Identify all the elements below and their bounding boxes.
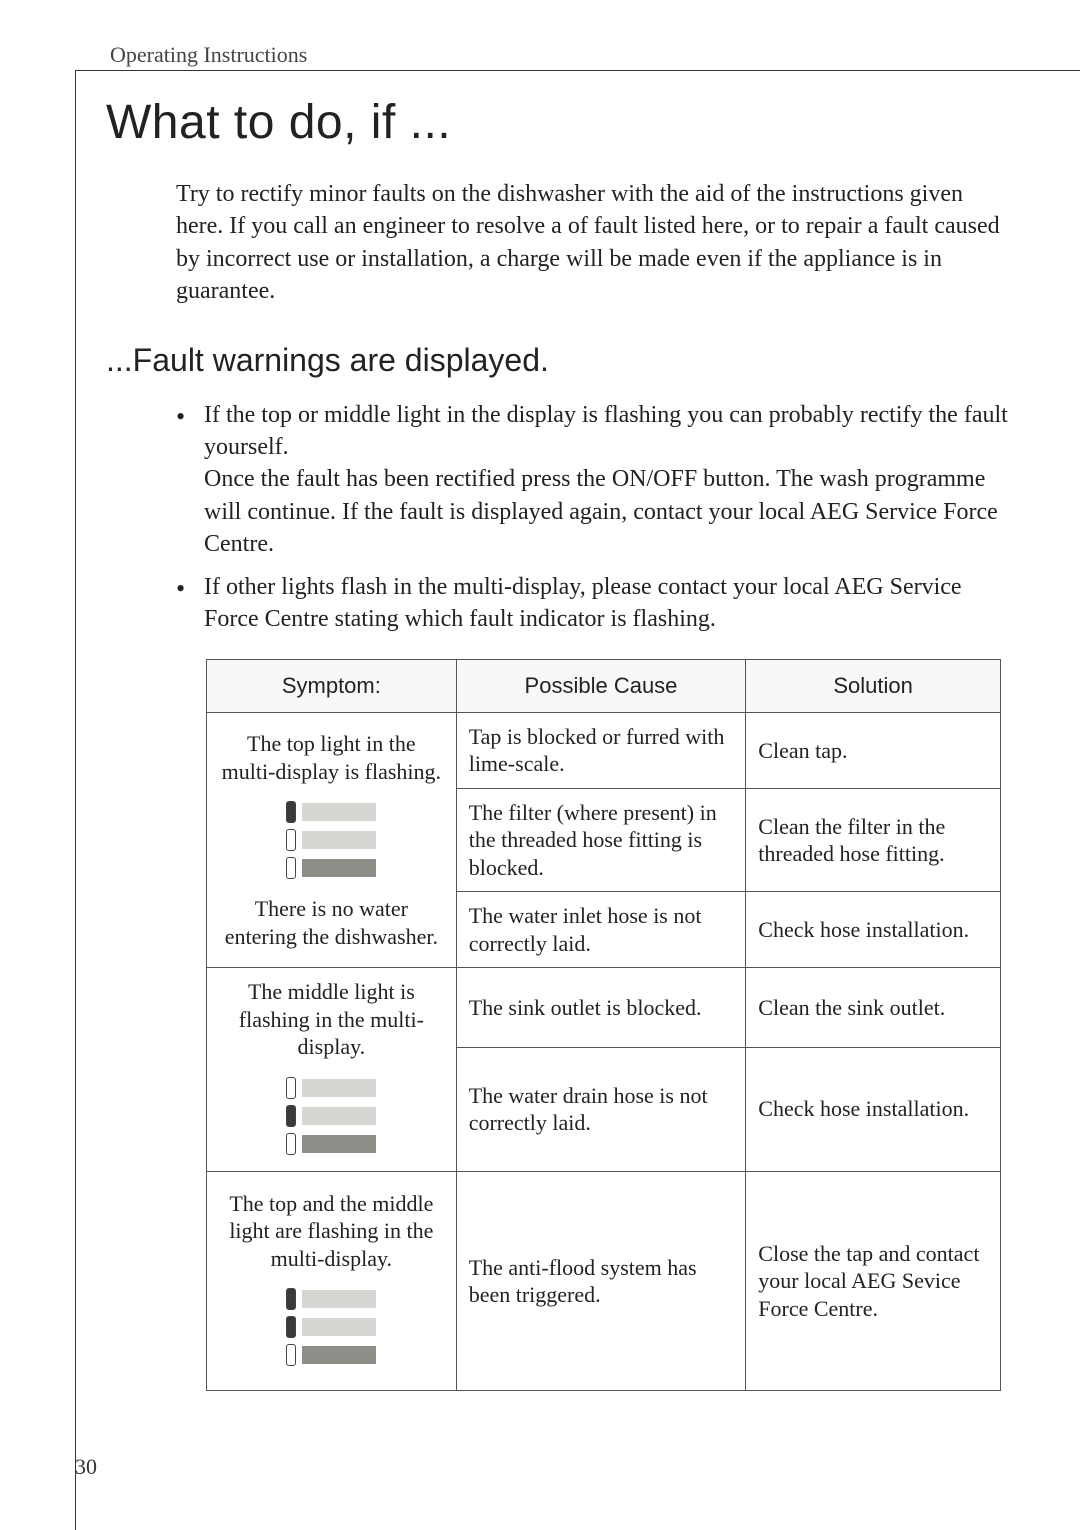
table-row: The top and the middle light are flashin…: [207, 1171, 1001, 1391]
page-title: What to do, if ...: [106, 95, 1050, 150]
col-header-solution: Solution: [746, 660, 1001, 713]
cause-cell: The sink outlet is blocked.: [456, 968, 746, 1047]
list-item: If other lights flash in the multi-displ…: [176, 571, 1010, 636]
bullet-list: If the top or middle light in the displa…: [176, 399, 1010, 636]
solution-cell: Clean the sink outlet.: [746, 968, 1001, 1047]
solution-cell: Check hose installation.: [746, 892, 1001, 968]
indicator-icon: [286, 1288, 376, 1366]
cause-cell: The water drain hose is not correctly la…: [456, 1047, 746, 1171]
cause-cell: Tap is blocked or furred with lime-scale…: [456, 712, 746, 788]
cause-cell: The anti-flood system has been triggered…: [456, 1171, 746, 1391]
page-number: 30: [75, 1454, 97, 1480]
col-header-symptom: Symptom:: [207, 660, 457, 713]
col-header-cause: Possible Cause: [456, 660, 746, 713]
solution-cell: Close the tap and contact your local AEG…: [746, 1171, 1001, 1391]
symptom-cell: The middle light is flashing in the mult…: [207, 968, 457, 1172]
solution-cell: Clean the filter in the threaded hose fi…: [746, 788, 1001, 892]
cause-cell: The water inlet hose is not correctly la…: [456, 892, 746, 968]
section-heading: ...Fault warnings are displayed.: [106, 342, 1050, 379]
symptom-text: The middle light is flashing in the mult…: [219, 978, 444, 1061]
indicator-icon: [286, 801, 376, 879]
symptom-cell: The top light in the multi-display is fl…: [207, 712, 457, 968]
cause-cell: The filter (where present) in the thread…: [456, 788, 746, 892]
solution-cell: Clean tap.: [746, 712, 1001, 788]
symptom-text: The top light in the multi-display is fl…: [219, 730, 444, 785]
indicator-icon: [286, 1077, 376, 1155]
table-row: The middle light is flashing in the mult…: [207, 968, 1001, 1047]
symptom-text: There is no water entering the dishwashe…: [219, 895, 444, 950]
running-head: Operating Instructions: [110, 42, 307, 68]
solution-cell: Check hose installation.: [746, 1047, 1001, 1171]
symptom-text: The top and the middle light are flashin…: [219, 1190, 444, 1273]
fault-table: Symptom: Possible Cause Solution The top…: [206, 659, 1001, 1391]
list-item: If the top or middle light in the displa…: [176, 399, 1010, 561]
intro-paragraph: Try to rectify minor faults on the dishw…: [176, 178, 1010, 308]
table-row: The top light in the multi-display is fl…: [207, 712, 1001, 788]
symptom-cell: The top and the middle light are flashin…: [207, 1171, 457, 1391]
page-frame: What to do, if ... Try to rectify minor …: [75, 70, 1080, 1530]
